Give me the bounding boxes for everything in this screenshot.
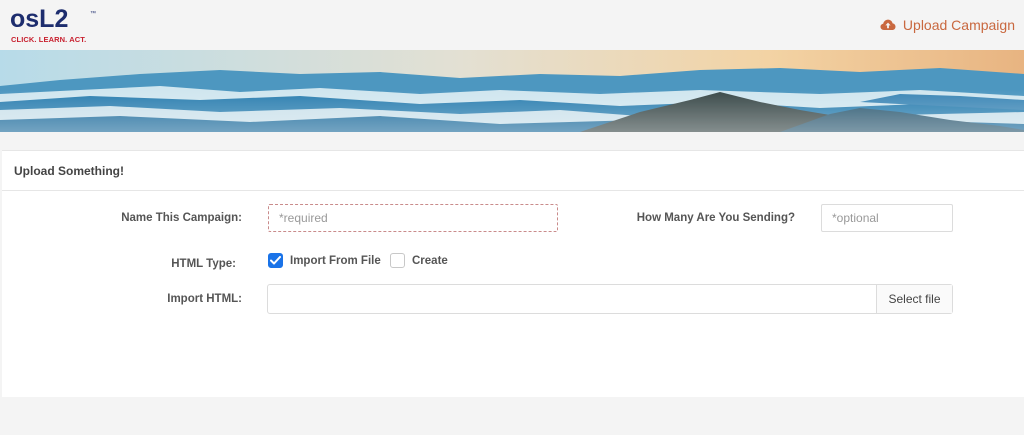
mountain-landscape-image — [0, 50, 1024, 132]
import-html-label: Import HTML: — [167, 293, 242, 305]
card-header: Upload Something! — [2, 151, 1024, 191]
campaign-name-label: Name This Campaign: — [121, 212, 242, 224]
import-from-file-label: Import From File — [290, 254, 381, 267]
campaign-name-input[interactable] — [268, 204, 558, 232]
select-file-button[interactable]: Select file — [876, 285, 952, 313]
cloud-upload-icon — [880, 19, 896, 30]
upload-card: Upload Something! — [2, 150, 1024, 397]
checkbox-unchecked[interactable] — [390, 253, 405, 268]
create-checkbox[interactable]: Create — [390, 253, 448, 268]
card-title: Upload Something! — [14, 163, 124, 178]
mountain-banner — [0, 50, 1024, 132]
logo-wordmark: osL2 — [10, 5, 69, 33]
import-html-file-input[interactable]: Select file — [267, 284, 953, 314]
logo-tagline: CLICK. LEARN. ACT. — [11, 35, 87, 44]
upload-campaign-link[interactable]: Upload Campaign — [880, 15, 1015, 35]
how-many-input[interactable] — [821, 204, 953, 232]
checkbox-checked[interactable] — [268, 253, 283, 268]
osl2-logo[interactable]: osL2 ™ CLICK. LEARN. ACT. — [10, 7, 96, 45]
create-label: Create — [412, 254, 448, 267]
top-header: osL2 ™ CLICK. LEARN. ACT. Upload Campaig… — [0, 0, 1024, 50]
how-many-label: How Many Are You Sending? — [636, 212, 795, 224]
upload-campaign-label: Upload Campaign — [902, 17, 1015, 33]
html-type-label: HTML Type: — [171, 258, 236, 270]
checkmark-icon — [270, 256, 281, 265]
import-from-file-checkbox[interactable]: Import From File — [268, 253, 381, 268]
logo-trademark: ™ — [90, 11, 96, 17]
